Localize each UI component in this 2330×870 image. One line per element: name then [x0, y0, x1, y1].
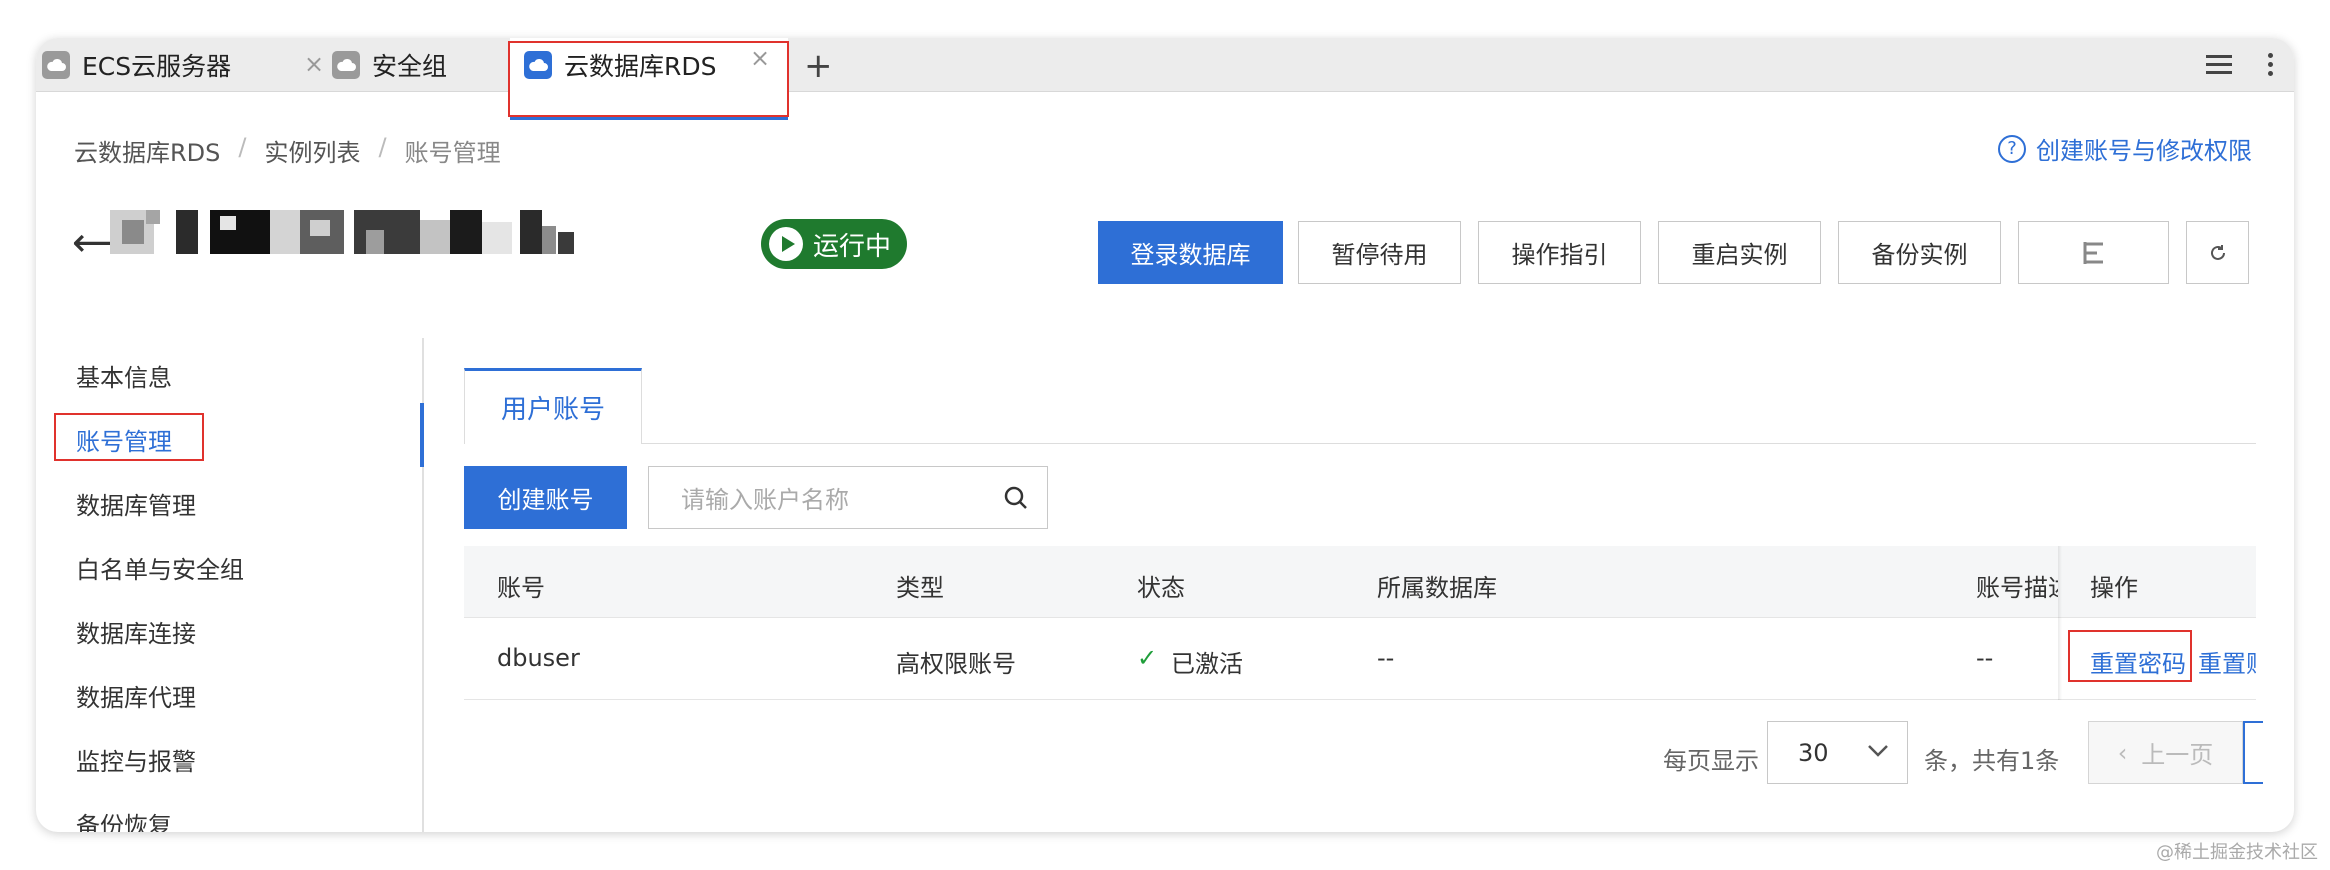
question-icon: ?	[1998, 134, 2026, 163]
browser-tab-ecs[interactable]: ECS云服务器 ×	[42, 38, 336, 92]
play-icon	[769, 227, 803, 261]
browser-window: ECS云服务器 × 安全组 × 云数据库RDS × + 云数据库RDS / 实例…	[36, 38, 2294, 832]
search-placeholder: 请输入账户名称	[681, 486, 849, 514]
table-row: dbuser 高权限账号 ✓ 已激活 -- -- 重置密码 重置账	[464, 618, 2256, 700]
guide-button[interactable]: 操作指引	[1478, 221, 1641, 284]
column-header-description: 账号描述	[1976, 574, 2058, 602]
per-page-value: 30	[1798, 738, 1829, 767]
sidebar-highlight-box	[54, 413, 204, 461]
sidebar-item-whitelist[interactable]: 白名单与安全组	[76, 550, 244, 585]
tabs-divider	[464, 443, 2256, 444]
table-header: 账号 类型 状态 所属数据库 账号描述 操作	[464, 546, 2256, 618]
column-header-type: 类型	[896, 574, 944, 602]
check-icon: ✓	[1137, 644, 1158, 672]
per-page-label: 每页显示	[1663, 747, 1759, 775]
status-badge: 运行中	[761, 219, 908, 269]
login-database-button[interactable]: 登录数据库	[1098, 221, 1283, 284]
chevron-left-icon: ‹	[2117, 738, 2128, 767]
status-label: 运行中	[813, 231, 892, 262]
refresh-button[interactable]	[2186, 221, 2249, 284]
create-account-button[interactable]: 创建账号	[464, 466, 627, 529]
sidebar-item-monitoring[interactable]: 监控与报警	[76, 742, 196, 777]
reset-account-link[interactable]: 重置账	[2198, 644, 2256, 679]
chevron-down-icon	[1868, 745, 1888, 757]
new-tab-icon[interactable]: +	[804, 46, 833, 86]
cloud-icon	[42, 51, 70, 79]
per-page-select[interactable]: 30	[1767, 721, 1908, 784]
sidebar-item-database-management[interactable]: 数据库管理	[76, 486, 196, 521]
search-input[interactable]: 请输入账户名称	[648, 466, 1048, 529]
backup-button[interactable]: 备份实例	[1838, 221, 2001, 284]
cell-status: 已激活	[1171, 650, 1243, 678]
sidebar-item-db-proxy[interactable]: 数据库代理	[76, 678, 196, 713]
help-link-label: 创建账号与修改权限	[2036, 137, 2252, 165]
browser-tab-security-group[interactable]: 安全组 ×	[318, 38, 530, 92]
more-actions-button[interactable]	[2018, 221, 2169, 284]
menu-icon[interactable]	[2206, 55, 2232, 75]
column-header-actions: 操作	[2090, 574, 2138, 602]
redacted-instance-name	[110, 210, 760, 254]
cell-description: --	[1976, 644, 1994, 672]
cell-account: dbuser	[497, 644, 580, 672]
tab-user-accounts[interactable]: 用户账号	[464, 368, 642, 444]
search-icon[interactable]	[1003, 485, 1029, 511]
browser-tab-bar: ECS云服务器 × 安全组 × 云数据库RDS × +	[36, 38, 2294, 120]
breadcrumb-separator: /	[238, 133, 247, 161]
sidebar-active-indicator	[420, 403, 424, 467]
help-link[interactable]: ? 创建账号与修改权限	[1998, 131, 2252, 166]
prev-page-button[interactable]: ‹ 上一页	[2088, 721, 2243, 784]
watermark: @稀土掘金技术社区	[2156, 842, 2318, 863]
breadcrumb-separator: /	[378, 133, 387, 161]
pause-button[interactable]: 暂停待用	[1298, 221, 1461, 284]
action-highlight-box	[2068, 630, 2192, 682]
restart-button[interactable]: 重启实例	[1658, 221, 1821, 284]
list-icon	[2083, 241, 2103, 264]
prev-page-label: 上一页	[2141, 741, 2214, 769]
cloud-icon	[332, 51, 360, 79]
fixed-column-shadow	[2058, 546, 2062, 700]
refresh-icon	[2210, 244, 2225, 260]
browser-tab-label: 安全组	[372, 52, 448, 81]
tab-highlight-box	[508, 41, 789, 117]
column-header-account: 账号	[497, 574, 545, 602]
more-vertical-icon[interactable]	[2268, 53, 2274, 80]
sidebar-item-db-connection[interactable]: 数据库连接	[76, 614, 196, 649]
breadcrumb-item-instances[interactable]: 实例列表	[264, 133, 360, 168]
breadcrumb-item-rds[interactable]: 云数据库RDS	[74, 133, 220, 168]
cell-database: --	[1377, 644, 1395, 672]
breadcrumb: 云数据库RDS / 实例列表 / 账号管理	[74, 133, 501, 168]
breadcrumb-item-current: 账号管理	[404, 139, 501, 167]
next-page-button[interactable]	[2243, 721, 2263, 784]
cell-type: 高权限账号	[896, 650, 1016, 678]
column-header-database: 所属数据库	[1377, 574, 1497, 602]
column-header-status: 状态	[1137, 574, 1185, 602]
sidebar-item-basic-info[interactable]: 基本信息	[76, 358, 172, 393]
sidebar-item-backup-restore[interactable]: 备份恢复	[76, 806, 172, 832]
total-label: 条，共有1条	[1924, 747, 2060, 775]
browser-tab-label: ECS云服务器	[82, 52, 232, 81]
